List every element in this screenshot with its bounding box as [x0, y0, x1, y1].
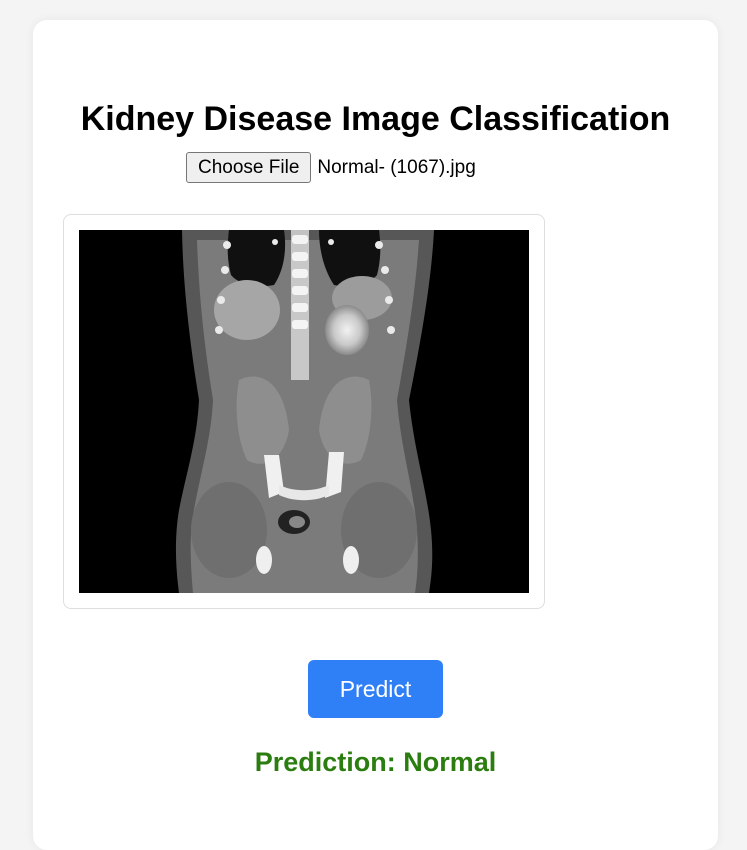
prediction-result: Prediction: Normal: [254, 747, 497, 777]
selected-file-name: Normal- (1067).jpg: [317, 156, 476, 178]
file-input[interactable]: Choose File Normal- (1067).jpg: [186, 152, 476, 183]
ct-scan-image: [79, 230, 529, 593]
image-preview-frame: [63, 214, 545, 609]
main-card: Kidney Disease Image Classification Choo…: [33, 20, 718, 850]
predict-button[interactable]: Predict: [308, 660, 443, 718]
page-title: Kidney Disease Image Classification: [80, 100, 671, 138]
ct-scan-drawing: [79, 230, 529, 593]
choose-file-button[interactable]: Choose File: [186, 152, 312, 183]
